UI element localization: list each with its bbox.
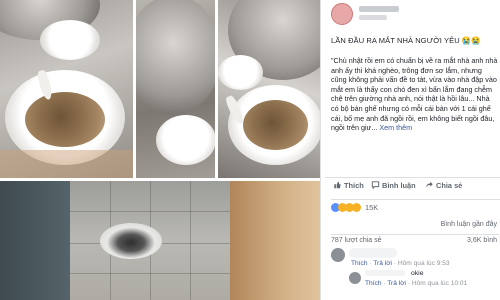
photo-bathroom[interactable] [0,181,320,300]
comment-sort-select[interactable]: Bình luận gần đây [441,221,497,228]
comment-like-link[interactable]: Thích [365,280,382,287]
photo-bowl-closeup[interactable] [0,0,133,178]
post-header [321,0,500,30]
comment-author-redacted [365,270,405,276]
comment-count[interactable]: 3,6K bình [467,237,497,244]
comment-reply-link[interactable]: Trả lời [387,280,406,287]
photo-collage[interactable] [0,0,320,300]
reaction-count[interactable]: 15K [365,203,378,212]
share-icon [426,181,433,188]
comment-time[interactable]: Hôm qua lúc 9:53 [398,260,450,267]
comment-meta: Thích · Trả lời · Hôm qua lúc 10:01 [365,280,468,287]
action-bar: Thích Bình luận Chia sẻ [325,177,500,193]
comment-meta: Thích · Trả lời · Hôm qua lúc 9:53 [351,260,450,267]
comment-item: Thích · Trả lời · Hôm qua lúc 9:53 [331,248,499,270]
avatar[interactable] [331,248,345,262]
door-frame-image [230,181,320,300]
author-name-redacted[interactable] [359,6,399,12]
avatar[interactable] [349,272,361,284]
see-more-link[interactable]: Xem thêm [379,123,412,132]
post-title: LẦN ĐẦU RA MẮT NHÀ NGƯỜI YÊU 😭😭 [331,36,481,45]
pot-image [136,0,215,115]
comment-reply-item: okie Thích · Trả lời · Hôm qua lúc 10:01 [349,270,499,296]
facebook-post: LẦN ĐẦU RA MẮT NHÀ NGƯỜI YÊU 😭😭 "Chủ nhậ… [320,0,500,300]
comment-icon [371,181,380,189]
comment-time[interactable]: Hôm qua lúc 10:01 [412,280,467,287]
comment-bubble-redacted [349,248,397,258]
photo-meal[interactable] [218,0,320,178]
comment-like-link[interactable]: Thích [351,260,368,267]
stats-row: 787 lượt chia sẻ 3,6K bình [331,234,499,244]
comment-sort-row: Bình luận gần đây [331,221,499,231]
comment-reply-link[interactable]: Trả lời [373,260,392,267]
reaction-sad-icon [352,203,361,212]
photo-pot[interactable] [136,0,215,178]
post-body: "Chủ nhật rồi em có chuẩn bị về ra mắt n… [331,56,499,133]
like-icon [334,181,341,189]
share-count[interactable]: 787 lượt chia sẻ [331,237,382,244]
table-image [0,150,133,178]
like-button[interactable]: Thích [333,181,364,190]
wall-image [0,181,70,300]
avatar[interactable] [331,3,353,25]
bowl-image [218,55,263,90]
post-time-redacted[interactable] [359,15,387,20]
comment-text: okie [411,270,424,277]
bowl-image [156,115,215,165]
squat-toilet-image [100,223,162,259]
food-image [243,100,308,150]
comment-button[interactable]: Bình luận [371,181,416,190]
post-text: "Chủ nhật rồi em có chuẩn bị về ra mắt n… [331,56,498,133]
bowl-image [40,20,100,60]
share-button[interactable]: Chia sẻ [425,181,462,190]
food-image [25,92,105,147]
reactions-row[interactable]: 15K [331,199,500,213]
